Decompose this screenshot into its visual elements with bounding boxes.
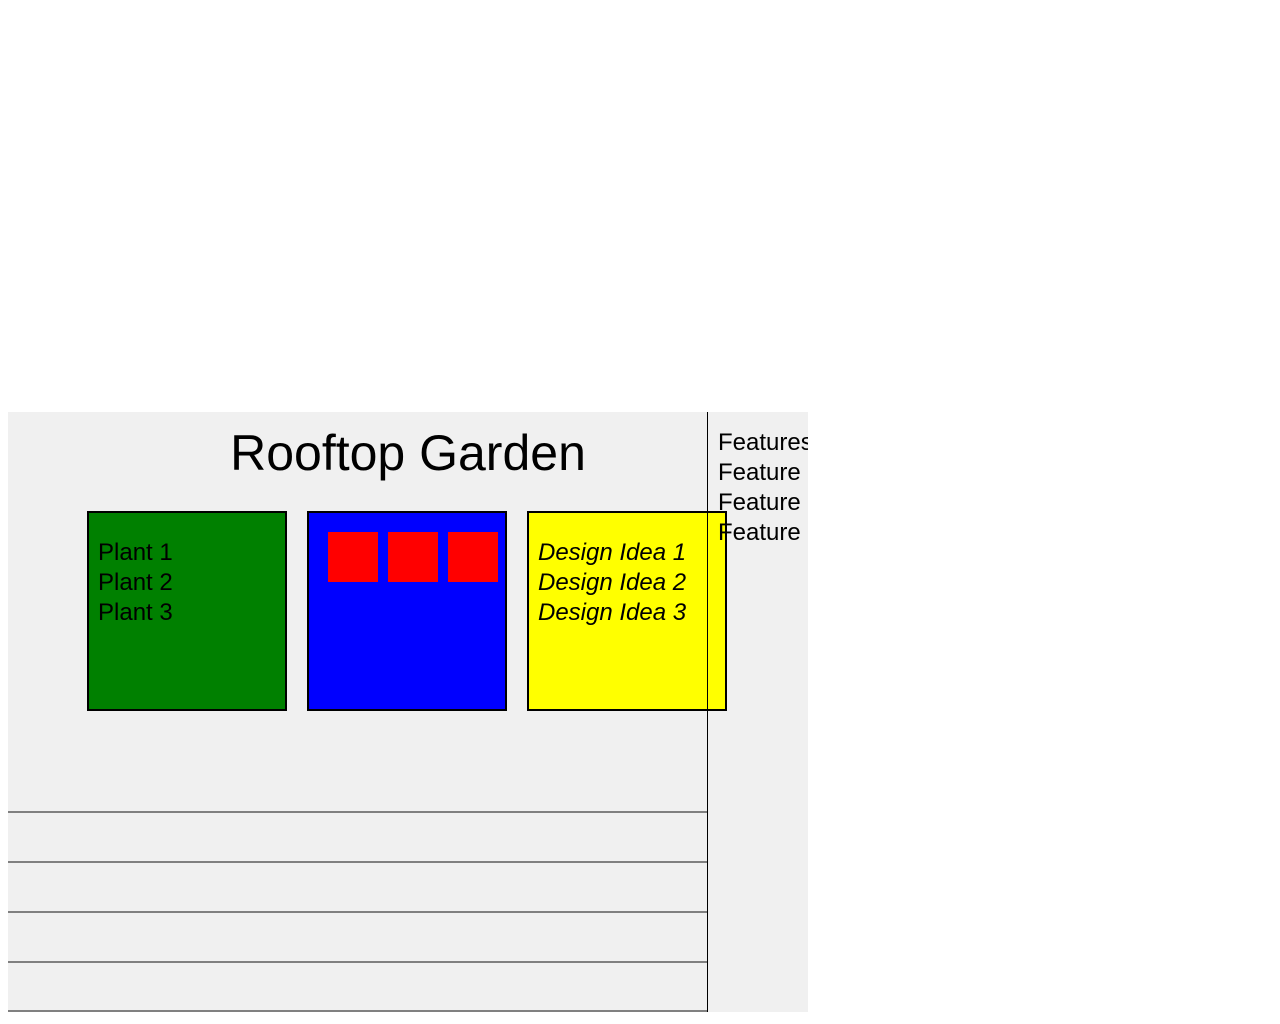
design-idea-item: Design Idea 3 (538, 599, 687, 626)
plants-list: Plant 1 Plant 2 Plant 3 (98, 538, 173, 628)
gallery-panel (307, 511, 507, 711)
divider (8, 861, 707, 863)
features-sidebar: Features Feature Feature Feature (707, 412, 808, 1012)
page-title: Rooftop Garden (230, 425, 586, 481)
design-ideas-list: Design Idea 1 Design Idea 2 Design Idea … (538, 538, 686, 628)
gallery-thumbnail (328, 532, 378, 582)
plant-item: Plant 2 (98, 569, 173, 596)
divider (8, 1010, 707, 1012)
features-heading: Features (718, 429, 808, 456)
feature-item: Feature (718, 489, 801, 516)
gallery-thumbnail (448, 532, 498, 582)
design-idea-item: Design Idea 1 (538, 539, 687, 566)
plants-panel: Plant 1 Plant 2 Plant 3 (87, 511, 287, 711)
divider (8, 961, 707, 963)
design-ideas-panel: Design Idea 1 Design Idea 2 Design Idea … (527, 511, 727, 711)
garden-page: Rooftop Garden Plant 1 Plant 2 Plant 3 D… (8, 412, 808, 1012)
plant-item: Plant 1 (98, 539, 173, 566)
design-idea-item: Design Idea 2 (538, 569, 687, 596)
divider (8, 811, 707, 813)
feature-item: Feature (718, 519, 801, 546)
plant-item: Plant 3 (98, 599, 173, 626)
features-list: Features Feature Feature Feature (718, 428, 808, 548)
divider (8, 911, 707, 913)
gallery-thumbnail (388, 532, 438, 582)
feature-item: Feature (718, 459, 801, 486)
